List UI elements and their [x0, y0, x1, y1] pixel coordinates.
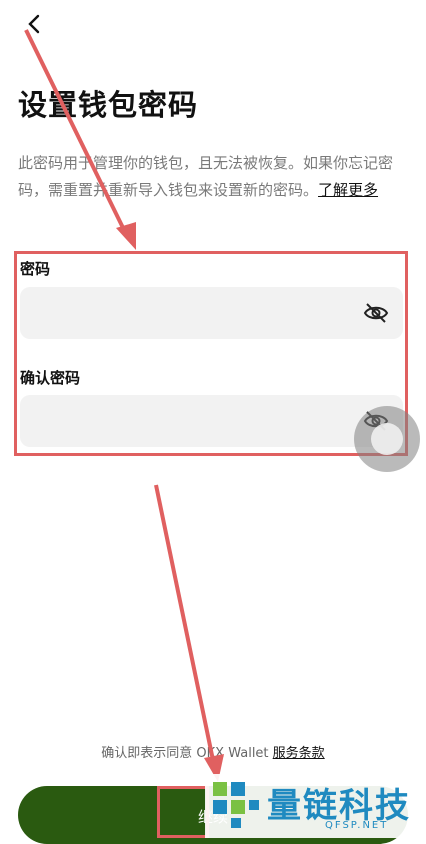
learn-more-link[interactable]: 了解更多 — [318, 181, 378, 199]
terms-link[interactable]: 服务条款 — [273, 746, 325, 761]
watermark: 量链科技 QFSP.NET — [205, 774, 426, 838]
logo-icon — [213, 782, 259, 828]
description: 此密码用于管理你的钱包，且无法被恢复。如果你忘记密码，需重置并重新导入钱包来设置… — [18, 150, 410, 204]
password-label: 密码 — [20, 260, 51, 278]
password-field[interactable] — [20, 287, 403, 339]
eye-off-icon[interactable] — [363, 300, 389, 326]
back-button[interactable] — [26, 12, 46, 36]
chevron-left-icon — [28, 14, 40, 34]
highlight-box — [157, 786, 209, 838]
terms-text: 确认即表示同意 OKX Wallet — [101, 746, 273, 761]
assistive-touch-button[interactable] — [354, 406, 420, 472]
confirm-password-label: 确认密码 — [20, 369, 81, 387]
confirm-password-field[interactable] — [20, 395, 403, 447]
page-title: 设置钱包密码 — [18, 88, 199, 122]
watermark-url: QFSP.NET — [325, 820, 389, 831]
terms-notice: 确认即表示同意 OKX Wallet 服务条款 — [0, 742, 426, 761]
